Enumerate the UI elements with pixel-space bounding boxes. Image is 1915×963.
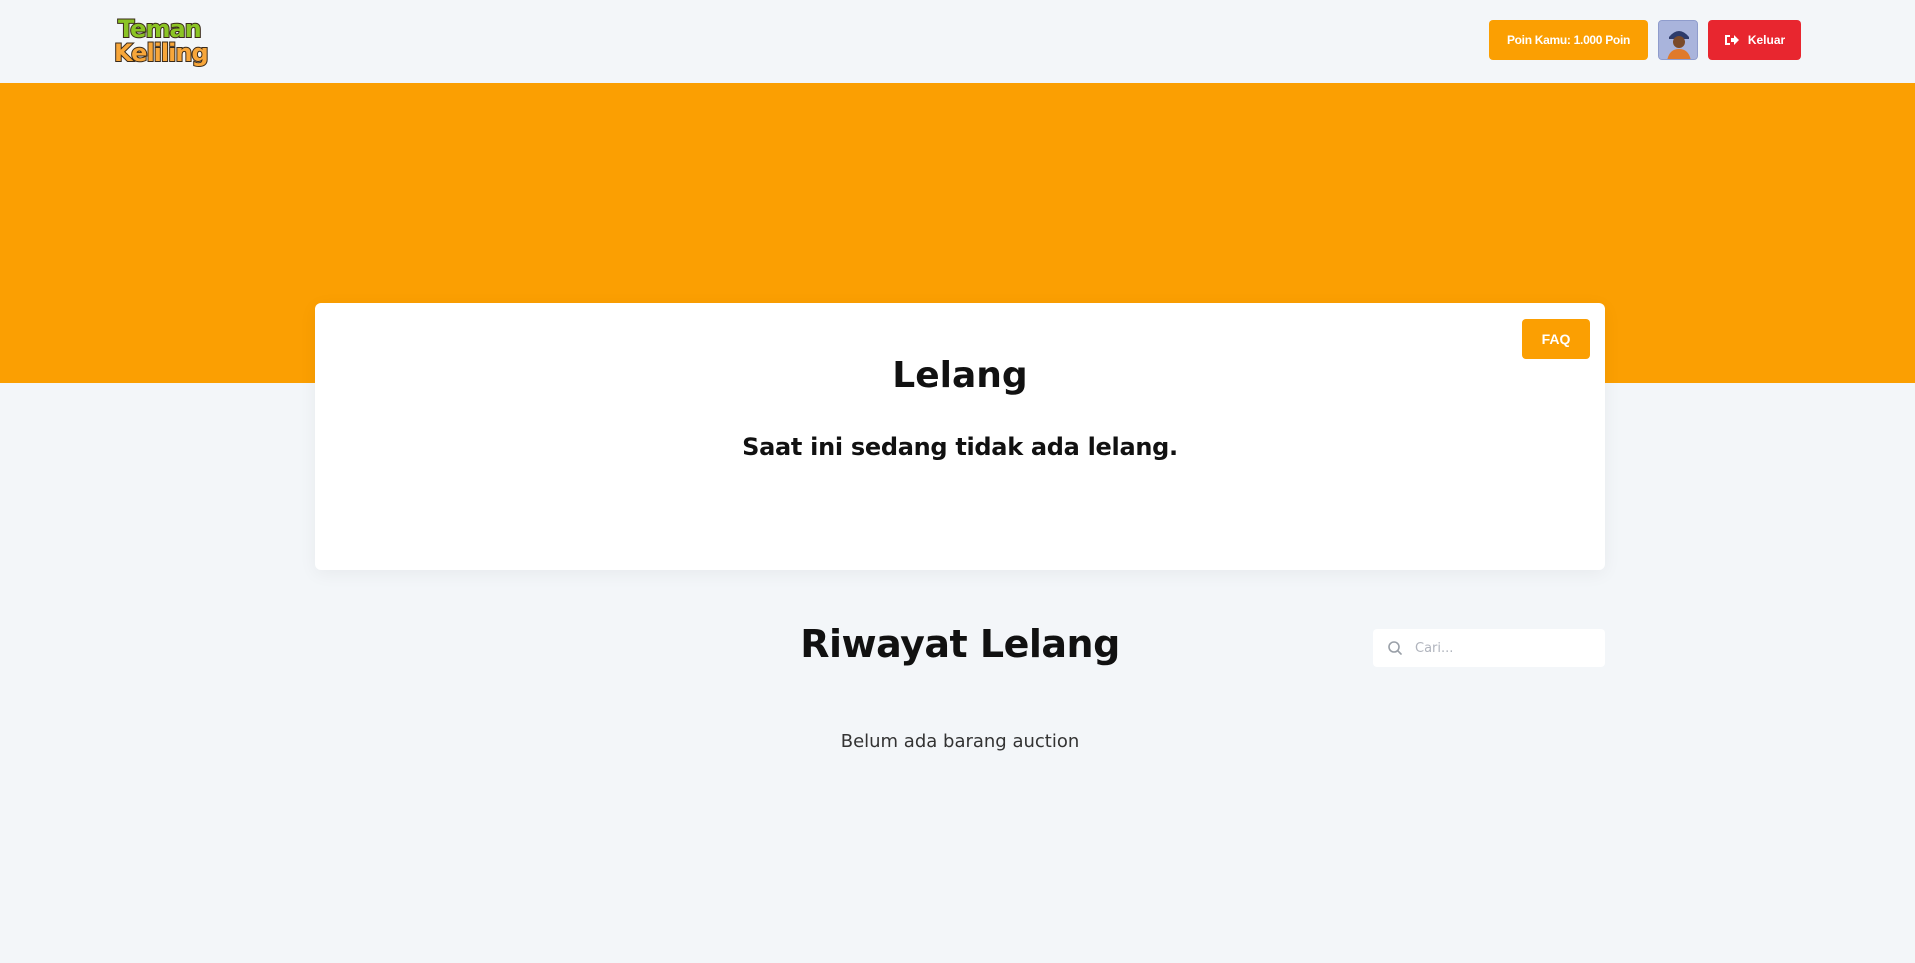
points-button[interactable]: Poin Kamu: 1.000 Poin [1489,20,1648,60]
logo-text-line2: Keliling [113,39,210,67]
logo-text-line1: Teman [117,15,203,43]
page-title: Lelang [892,355,1028,396]
faq-button[interactable]: FAQ [1522,319,1590,359]
logout-icon [1724,35,1739,45]
top-navbar: Teman Keliling Poin Kamu: 1.000 Poin Kel… [0,0,1915,83]
search-icon [1388,641,1402,655]
history-empty-message: Belum ada barang auction [840,731,1080,752]
avatar-icon [1659,21,1697,59]
auction-empty-message: Saat ini sedang tidak ada lelang. [742,433,1178,461]
search-input[interactable] [1415,640,1595,656]
logout-label: Keluar [1747,33,1786,47]
search-box[interactable] [1373,629,1605,667]
avatar[interactable] [1658,20,1698,60]
logo[interactable]: Teman Keliling [113,13,218,69]
logout-button[interactable]: Keluar [1708,20,1801,60]
auction-card: FAQ Lelang Saat ini sedang tidak ada lel… [315,303,1605,570]
